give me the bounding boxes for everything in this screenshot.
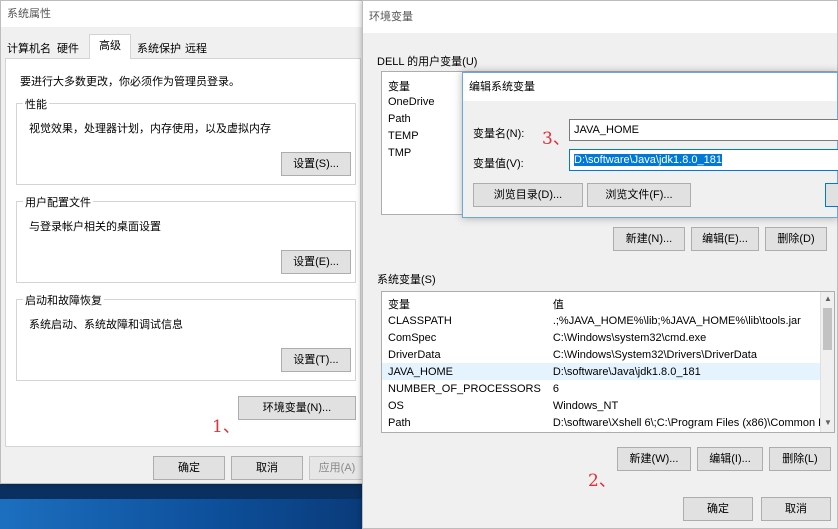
variable-name-label: 变量名(N): xyxy=(473,128,525,140)
var-name: OS xyxy=(388,399,404,412)
table-header: 变量 值 xyxy=(382,295,834,312)
var-name: ComSpec xyxy=(388,331,437,344)
user-edit-button[interactable]: 编辑(E)... xyxy=(691,227,759,251)
list-item[interactable]: Path xyxy=(388,113,411,125)
tab-advanced[interactable]: 高级 xyxy=(89,34,131,59)
edit-system-variable-dialog: 编辑系统变量 变量名(N): JAVA_HOME 变量值(V): D:\soft… xyxy=(462,72,838,218)
startup-recovery-group: 启动和故障恢复 系统启动、系统故障和调试信息 设置(T)... xyxy=(16,292,356,381)
user-new-button[interactable]: 新建(N)... xyxy=(613,227,685,251)
user-profiles-settings-button[interactable]: 设置(E)... xyxy=(281,250,351,274)
system-new-button[interactable]: 新建(W)... xyxy=(617,447,691,471)
startup-recovery-title: 启动和故障恢复 xyxy=(23,292,104,308)
var-value: D:\software\Java\jdk1.8.0_181 xyxy=(546,363,834,380)
dialog-title: 编辑系统变量 xyxy=(463,73,837,101)
cancel-button[interactable]: 取消 xyxy=(231,456,303,480)
variable-value-label: 变量值(V): xyxy=(473,158,524,170)
tab-strip: 计算机名 硬件 高级 系统保护 远程 xyxy=(5,34,361,59)
var-name: CLASSPATH xyxy=(388,314,452,327)
tab-remote[interactable]: 远程 xyxy=(185,40,207,56)
table-row-selected[interactable]: JAVA_HOME D:\software\Java\jdk1.8.0_181 xyxy=(382,363,834,380)
scroll-up-icon[interactable]: ▲ xyxy=(824,294,832,303)
list-item[interactable]: TMP xyxy=(388,147,411,159)
system-edit-button[interactable]: 编辑(I)... xyxy=(697,447,763,471)
ok-button[interactable]: 确定 xyxy=(683,497,753,521)
scroll-down-icon[interactable]: ▼ xyxy=(824,418,832,427)
performance-group: 性能 视觉效果，处理器计划，内存使用，以及虚拟内存 设置(S)... xyxy=(16,96,356,185)
var-value: .;%JAVA_HOME%\lib;%JAVA_HOME%\lib\tools.… xyxy=(552,314,801,327)
annotation-2: 2、 xyxy=(588,471,616,491)
system-variables-list[interactable]: 变量 值 CLASSPATH .;%JAVA_HOME%\lib;%JAVA_H… xyxy=(381,291,835,433)
scrollbar-thumb[interactable] xyxy=(823,308,832,350)
vertical-scrollbar[interactable]: ▲ ▼ xyxy=(820,292,834,432)
admin-note: 要进行大多数更改，你必须作为管理员登录。 xyxy=(20,76,240,88)
tab-panel: 要进行大多数更改，你必须作为管理员登录。 性能 视觉效果，处理器计划，内存使用，… xyxy=(5,59,361,447)
user-variables-label: DELL 的用户变量(U) xyxy=(377,56,478,68)
user-profiles-desc: 与登录帐户相关的桌面设置 xyxy=(29,221,161,233)
var-name: JAVA_HOME xyxy=(382,363,547,380)
performance-title: 性能 xyxy=(23,96,49,112)
tab-system-protection[interactable]: 系统保护 xyxy=(137,40,181,56)
tab-hardware[interactable]: 硬件 xyxy=(57,40,79,56)
browse-file-button[interactable]: 浏览文件(F)... xyxy=(587,183,691,207)
annotation-1: 1、 xyxy=(212,417,240,437)
header-value[interactable]: 值 xyxy=(547,295,834,312)
tab-computer-name[interactable]: 计算机名 xyxy=(7,40,51,56)
table-row[interactable]: DriverData C:\Windows\System32\Drivers\D… xyxy=(382,346,834,363)
variable-name-value: JAVA_HOME xyxy=(574,124,639,136)
variable-value-text-selected: D:\software\Java\jdk1.8.0_181 xyxy=(574,154,722,166)
user-profiles-group: 用户配置文件 与登录帐户相关的桌面设置 设置(E)... xyxy=(16,194,356,283)
variable-value-field[interactable]: D:\software\Java\jdk1.8.0_181 xyxy=(569,149,838,171)
system-delete-button[interactable]: 删除(L) xyxy=(769,447,831,471)
window-title: 环境变量 xyxy=(363,1,837,33)
header-variable[interactable]: 变量 xyxy=(382,295,547,312)
table-row[interactable]: CLASSPATH .;%JAVA_HOME%\lib;%JAVA_HOME%\… xyxy=(382,312,834,329)
user-header-variable[interactable]: 变量 xyxy=(388,78,410,94)
var-name: DriverData xyxy=(388,348,441,361)
user-delete-button[interactable]: 删除(D) xyxy=(765,227,827,251)
table-row[interactable]: ComSpec C:\Windows\system32\cmd.exe xyxy=(382,329,834,346)
browse-directory-button[interactable]: 浏览目录(D)... xyxy=(473,183,583,207)
table-row[interactable]: NUMBER_OF_PROCESSORS 6 xyxy=(382,380,834,397)
apply-button[interactable]: 应用(A) xyxy=(309,456,365,480)
system-variables-label: 系统变量(S) xyxy=(377,274,436,286)
user-profiles-title: 用户配置文件 xyxy=(23,194,93,210)
confirm-button[interactable] xyxy=(825,183,838,207)
taskbar xyxy=(0,499,362,529)
performance-desc: 视觉效果，处理器计划，内存使用，以及虚拟内存 xyxy=(29,123,271,135)
var-value: C:\Windows\System32\Drivers\DriverData xyxy=(552,348,757,361)
system-properties-window: 系统属性 计算机名 硬件 高级 系统保护 远程 要进行大多数更改，你必须作为管理… xyxy=(0,0,366,484)
performance-settings-button[interactable]: 设置(S)... xyxy=(281,152,351,176)
startup-recovery-desc: 系统启动、系统故障和调试信息 xyxy=(29,319,183,331)
table-row[interactable]: Path D:\software\Xshell 6\;C:\Program Fi… xyxy=(382,414,835,431)
startup-recovery-settings-button[interactable]: 设置(T)... xyxy=(281,348,351,372)
annotation-3: 3、 xyxy=(542,129,570,149)
table-row[interactable]: OS Windows_NT xyxy=(382,397,834,414)
environment-variables-button[interactable]: 环境变量(N)... xyxy=(238,396,356,420)
window-title: 系统属性 xyxy=(1,1,365,27)
var-name: NUMBER_OF_PROCESSORS xyxy=(388,382,541,395)
var-value: 6 xyxy=(552,382,559,395)
variable-name-field[interactable]: JAVA_HOME xyxy=(569,119,838,141)
var-name: Path xyxy=(388,416,411,429)
ok-button[interactable]: 确定 xyxy=(153,456,225,480)
var-value: D:\software\Xshell 6\;C:\Program Files (… xyxy=(552,416,835,429)
system-variables-table: 变量 值 CLASSPATH .;%JAVA_HOME%\lib;%JAVA_H… xyxy=(382,295,835,431)
list-item[interactable]: OneDrive xyxy=(388,96,434,108)
var-value: Windows_NT xyxy=(552,399,619,412)
cancel-button[interactable]: 取消 xyxy=(761,497,831,521)
list-item[interactable]: TEMP xyxy=(388,130,419,142)
var-value: C:\Windows\system32\cmd.exe xyxy=(552,331,707,344)
